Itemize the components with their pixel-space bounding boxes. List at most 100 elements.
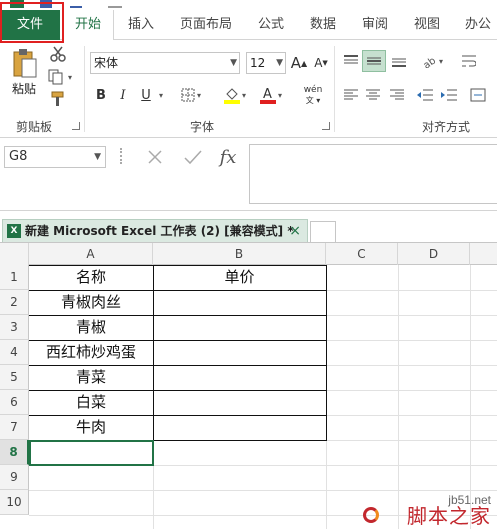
tab-page-layout[interactable]: 页面布局 [170,10,242,40]
font-group-label: 字体 [190,120,215,134]
row-header-9[interactable]: 9 [0,465,29,490]
redo-icon[interactable] [108,0,122,8]
formula-bar-grip[interactable] [120,148,124,164]
tab-home[interactable]: 开始 [62,10,114,41]
top-align-icon[interactable] [340,50,362,72]
cell-a2[interactable]: 青椒肉丝 [29,290,153,315]
column-header-a[interactable]: A [29,243,153,265]
formula-input[interactable] [249,144,497,204]
underline-dropdown[interactable]: ▾ [154,84,166,106]
tab-data[interactable]: 数据 [300,10,346,40]
middle-align-icon[interactable] [362,50,386,72]
tab-insert[interactable]: 插入 [118,10,164,40]
tab-office[interactable]: 办公 [458,10,497,40]
row-header-5[interactable]: 5 [0,365,29,390]
cell-a5[interactable]: 青菜 [29,365,153,390]
copy-icon[interactable]: ▾ [48,68,72,86]
chevron-down-icon: ▼ [276,58,283,68]
phonetic-guide-button[interactable]: wén 文 ▾ [298,82,328,108]
cell-a4[interactable]: 西红柿炒鸡蛋 [29,340,153,365]
enter-icon[interactable] [180,146,206,168]
active-cell-a8[interactable] [29,440,154,466]
group-separator [334,46,335,132]
title-bar [0,0,497,10]
decrease-font-size-button[interactable]: A ▼ [312,52,330,74]
borders-button[interactable]: ▾ [176,84,206,106]
row-header-7[interactable]: 7 [0,415,29,440]
workbook-title: 新建 Microsoft Excel 工作表 (2) [兼容模式] * [25,224,294,238]
format-painter-icon[interactable] [48,90,68,108]
cell-a6[interactable]: 白菜 [29,390,153,415]
cancel-icon[interactable] [142,146,168,168]
font-size-select[interactable]: 12 ▼ [246,52,286,74]
fill-color-button[interactable]: ▾ [220,84,250,106]
paste-icon[interactable] [10,46,40,80]
row-header-1[interactable]: 1 [0,265,29,290]
tab-review[interactable]: 审阅 [352,10,398,40]
font-launcher-icon[interactable] [322,122,330,130]
clipboard-launcher-icon[interactable] [72,122,80,130]
wrap-text-icon[interactable] [458,50,480,72]
align-left-icon[interactable] [340,84,362,106]
tab-formulas[interactable]: 公式 [248,10,294,40]
bottom-align-icon[interactable] [388,50,410,72]
table-border [153,265,154,441]
new-workbook-tab[interactable] [310,221,336,243]
font-color-button[interactable]: A ▾ [256,84,286,106]
select-all-corner[interactable] [0,243,29,265]
underline-button[interactable]: U [138,84,154,106]
excel-logo-icon [10,0,24,8]
font-name-select[interactable]: 宋体 ▼ [90,52,240,74]
phonetic-label: wén [303,84,323,95]
font-size-value: 12 [250,56,266,70]
italic-button[interactable]: I [114,84,132,106]
alignment-group-label: 对齐方式 [422,120,471,134]
paste-label[interactable]: 粘贴 [12,80,36,97]
cell-a7[interactable]: 牛肉 [29,415,153,440]
merge-center-icon[interactable] [466,84,490,106]
row-header-2[interactable]: 2 [0,290,29,315]
decrease-font-label: A [314,56,323,70]
increase-font-label: A [290,54,302,72]
align-center-icon[interactable] [362,84,384,106]
ribbon-tabs: 文件 开始 插入 页面布局 公式 数据 审阅 视图 办公 [0,10,497,41]
name-box[interactable]: G8 ▼ [4,146,106,168]
row-header-8[interactable]: 8 [0,440,29,465]
row-header-3[interactable]: 3 [0,315,29,340]
tab-view[interactable]: 视图 [404,10,450,40]
excel-file-icon: X [7,224,21,238]
chevron-down-icon: ▼ [230,58,237,68]
name-box-value: G8 [9,149,28,164]
column-header-b[interactable]: B [153,243,326,265]
cell-a1[interactable]: 名称 [29,265,153,290]
close-icon[interactable]: × [289,220,301,242]
watermark-logo-icon [363,507,379,523]
align-right-icon[interactable] [386,84,408,106]
watermark-text: 脚本之家 [407,504,491,528]
insert-function-button[interactable]: fx [214,144,242,170]
decrease-indent-icon[interactable] [414,84,436,106]
svg-text:ab: ab [422,55,437,68]
cell-a3[interactable]: 青椒 [29,315,153,340]
bold-button[interactable]: B [92,84,110,106]
clipboard-group-label: 剪贴板 [16,120,53,134]
column-header-d[interactable]: D [398,243,470,265]
workbook-tab[interactable]: X 新建 Microsoft Excel 工作表 (2) [兼容模式] * × [2,219,308,243]
increase-indent-icon[interactable] [438,84,460,106]
cell-b1[interactable]: 单价 [153,265,326,290]
svg-text:A: A [263,87,272,102]
row-header-6[interactable]: 6 [0,390,29,415]
row-header-4[interactable]: 4 [0,340,29,365]
cut-icon[interactable] [48,44,68,64]
row-header-10[interactable]: 10 [0,490,29,515]
increase-font-size-button[interactable]: A ▲ [290,52,308,74]
worksheet-grid[interactable]: A B C D 1 2 3 4 5 6 7 8 9 10 名称 单价 青椒肉丝 … [0,242,497,529]
phonetic-icon: 文 ▾ [305,95,321,105]
orientation-icon[interactable]: ab ▾ [418,50,446,72]
fill-color-icon [223,88,240,104]
save-icon[interactable] [40,0,52,8]
undo-icon[interactable] [70,0,82,8]
ribbon-home: 粘贴 ▾ 剪贴板 宋体 ▼ 12 ▼ A ▲ A ▼ B I U ▾ ▾ ▾ A ▾ … [0,40,497,138]
tab-file[interactable]: 文件 [0,10,60,40]
column-header-c[interactable]: C [326,243,398,265]
